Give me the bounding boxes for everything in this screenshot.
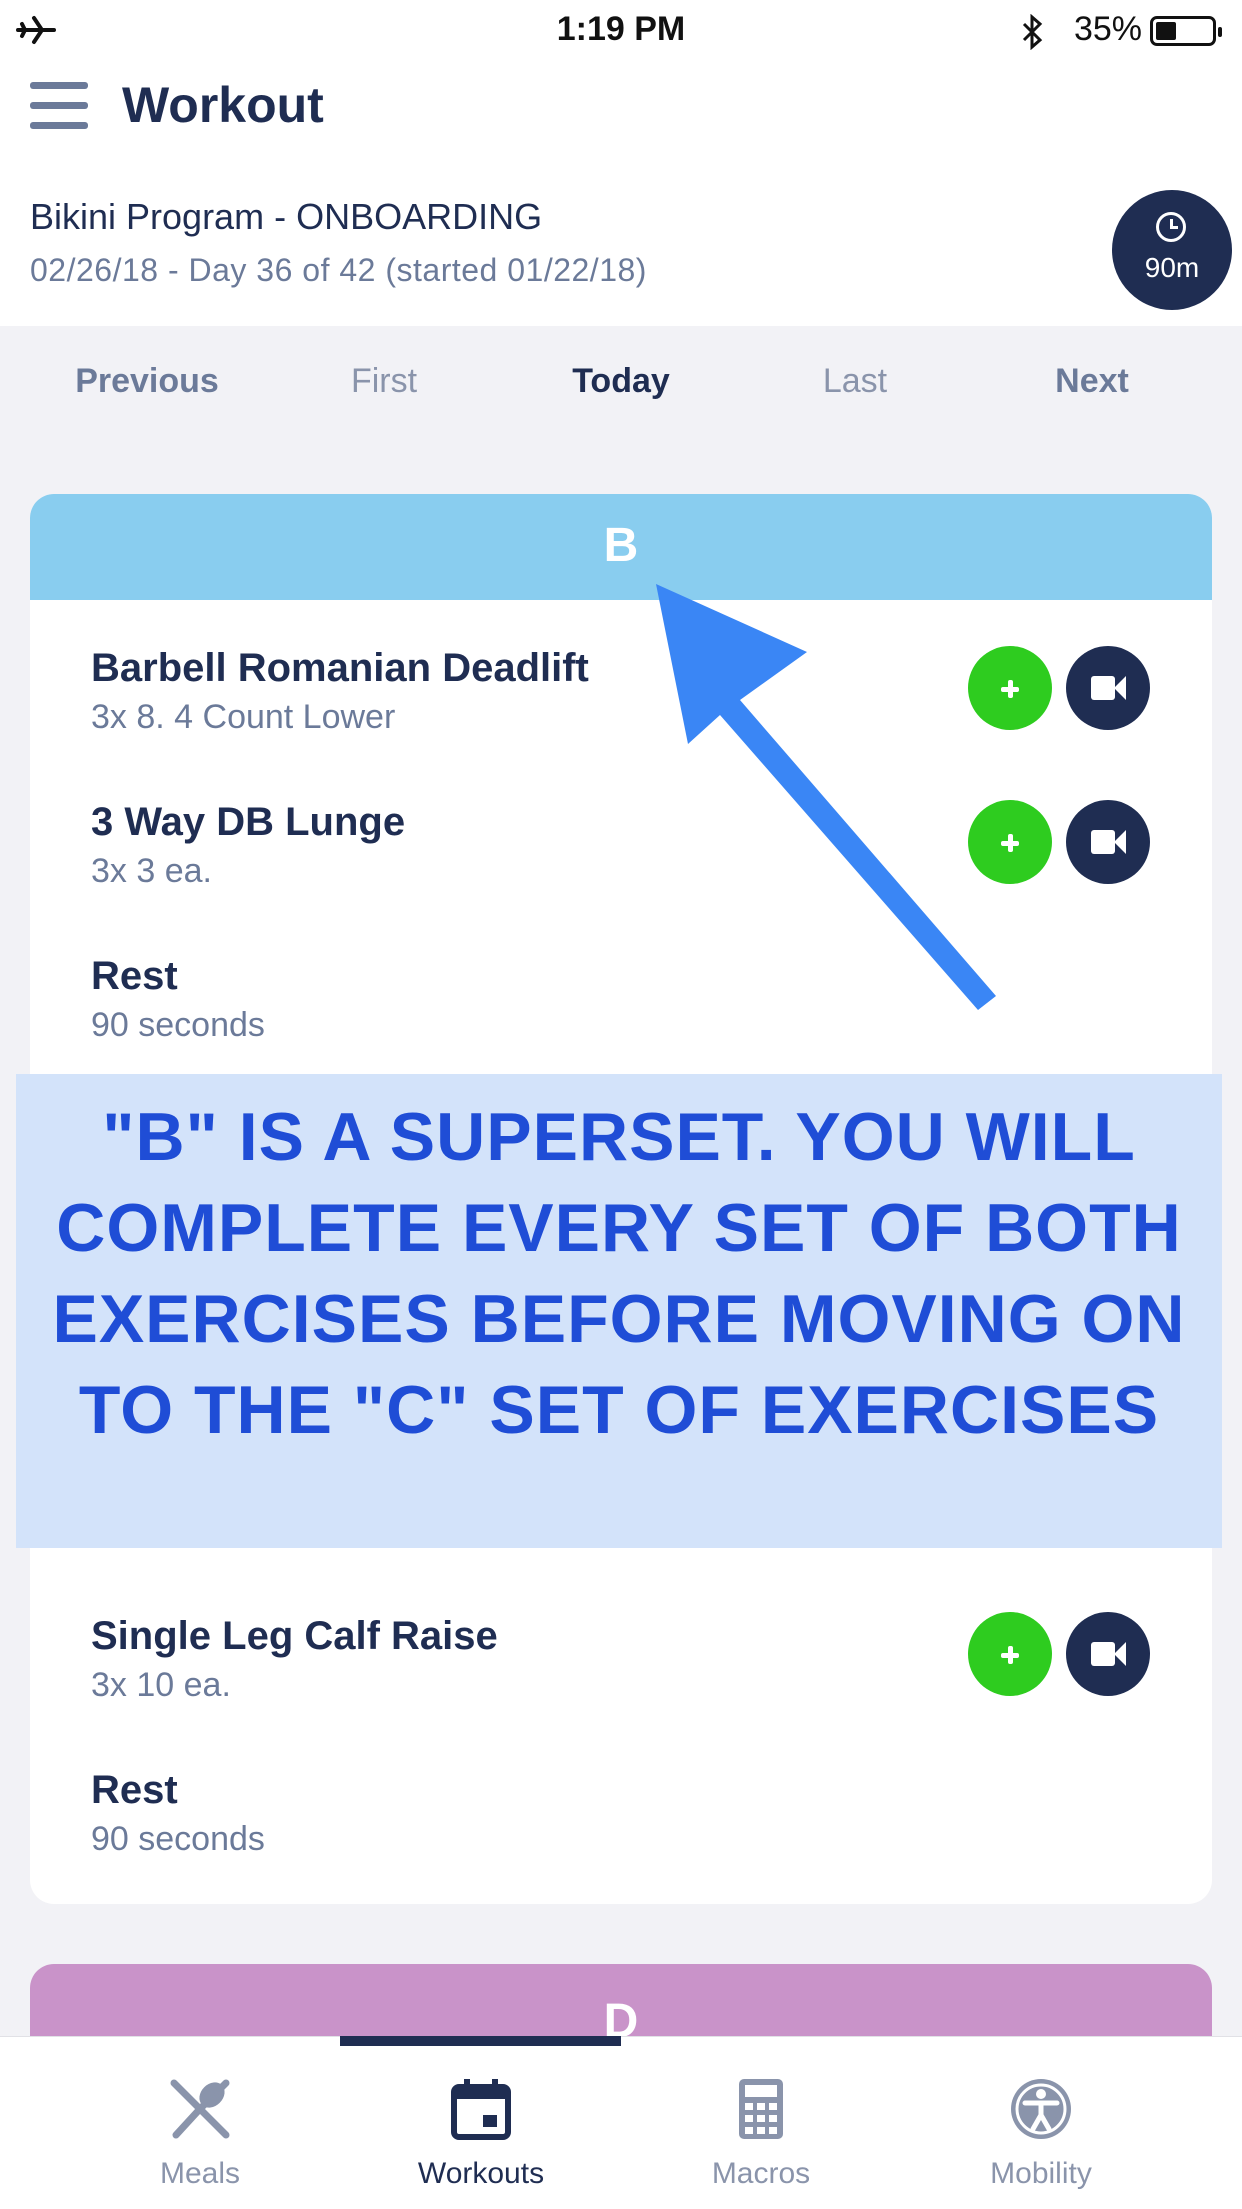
program-name: Bikini Program - ONBOARDING [30,196,543,237]
exercise-detail: 3x 3 ea. [91,852,212,890]
video-button[interactable] [1066,646,1150,730]
tab-workouts[interactable]: Workouts [326,2037,636,2209]
tab-mobility[interactable]: Mobility [886,2037,1196,2209]
video-camera-icon [1091,676,1115,700]
exercise-name[interactable]: Barbell Romanian Deadlift [91,646,589,691]
tab-label: Mobility [990,2157,1092,2190]
program-date: 02/26/18 - Day 36 of 42 (started 01/22/1… [30,252,647,288]
exercise-name[interactable]: Single Leg Calf Raise [91,1614,498,1659]
tab-label: Meals [159,2157,241,2190]
battery-icon [1150,16,1222,46]
exercise-detail: 3x 8. 4 Count Lower [91,698,396,736]
exercise-name[interactable]: 3 Way DB Lunge [91,800,405,845]
first-day-button[interactable]: First [274,362,494,401]
day-navigation: Previous First Today Last Next [0,326,1242,438]
add-set-button[interactable] [968,800,1052,884]
status-bar: 1:19 PM 35% [0,0,1242,62]
calculator-icon [739,2079,783,2139]
hamburger-menu-icon[interactable] [30,82,88,130]
exercise-detail: 3x 10 ea. [91,1666,231,1704]
tab-label: Workouts [417,2157,545,2190]
status-time: 1:19 PM [556,10,686,48]
utensils-icon [170,2079,230,2139]
rest-duration: 90 seconds [91,1006,265,1044]
rest-title: Rest [91,1768,178,1812]
video-button[interactable] [1066,800,1150,884]
calendar-icon [451,2079,511,2140]
page-title: Workout [122,77,324,133]
rest-timer-button[interactable]: 90m [1112,190,1232,310]
annotation-callout: "B" IS A SUPERSET. YOU WILL COMPLETE EVE… [16,1074,1222,1548]
video-button[interactable] [1066,1612,1150,1696]
previous-day-button[interactable]: Previous [37,362,257,401]
clock-icon [1156,212,1186,242]
video-camera-icon [1091,830,1115,854]
accessibility-icon [1011,2079,1071,2139]
tab-macros[interactable]: Macros [606,2037,916,2209]
bluetooth-icon [1022,14,1043,50]
add-set-button[interactable] [968,1612,1052,1696]
last-day-button[interactable]: Last [745,362,965,401]
rest-title: Rest [91,954,178,998]
annotation-text: "B" IS A SUPERSET. YOU WILL COMPLETE EVE… [52,1099,1186,1448]
tab-meals[interactable]: Meals [45,2037,355,2209]
rest-duration: 90 seconds [91,1820,265,1858]
header: Workout Bikini Program - ONBOARDING 02/2… [0,62,1242,326]
card-header: B [30,494,1212,600]
card-label: B [603,519,639,572]
tab-bar: Meals Workouts Macros Mobility [0,2036,1242,2209]
video-camera-icon [1091,1642,1115,1666]
next-day-button[interactable]: Next [982,362,1202,401]
battery-percent: 35% [1073,10,1142,48]
tab-label: Macros [711,2157,811,2190]
timer-label: 90m [1144,252,1200,283]
today-button[interactable]: Today [511,362,731,401]
add-set-button[interactable] [968,646,1052,730]
active-tab-indicator [340,2036,621,2046]
